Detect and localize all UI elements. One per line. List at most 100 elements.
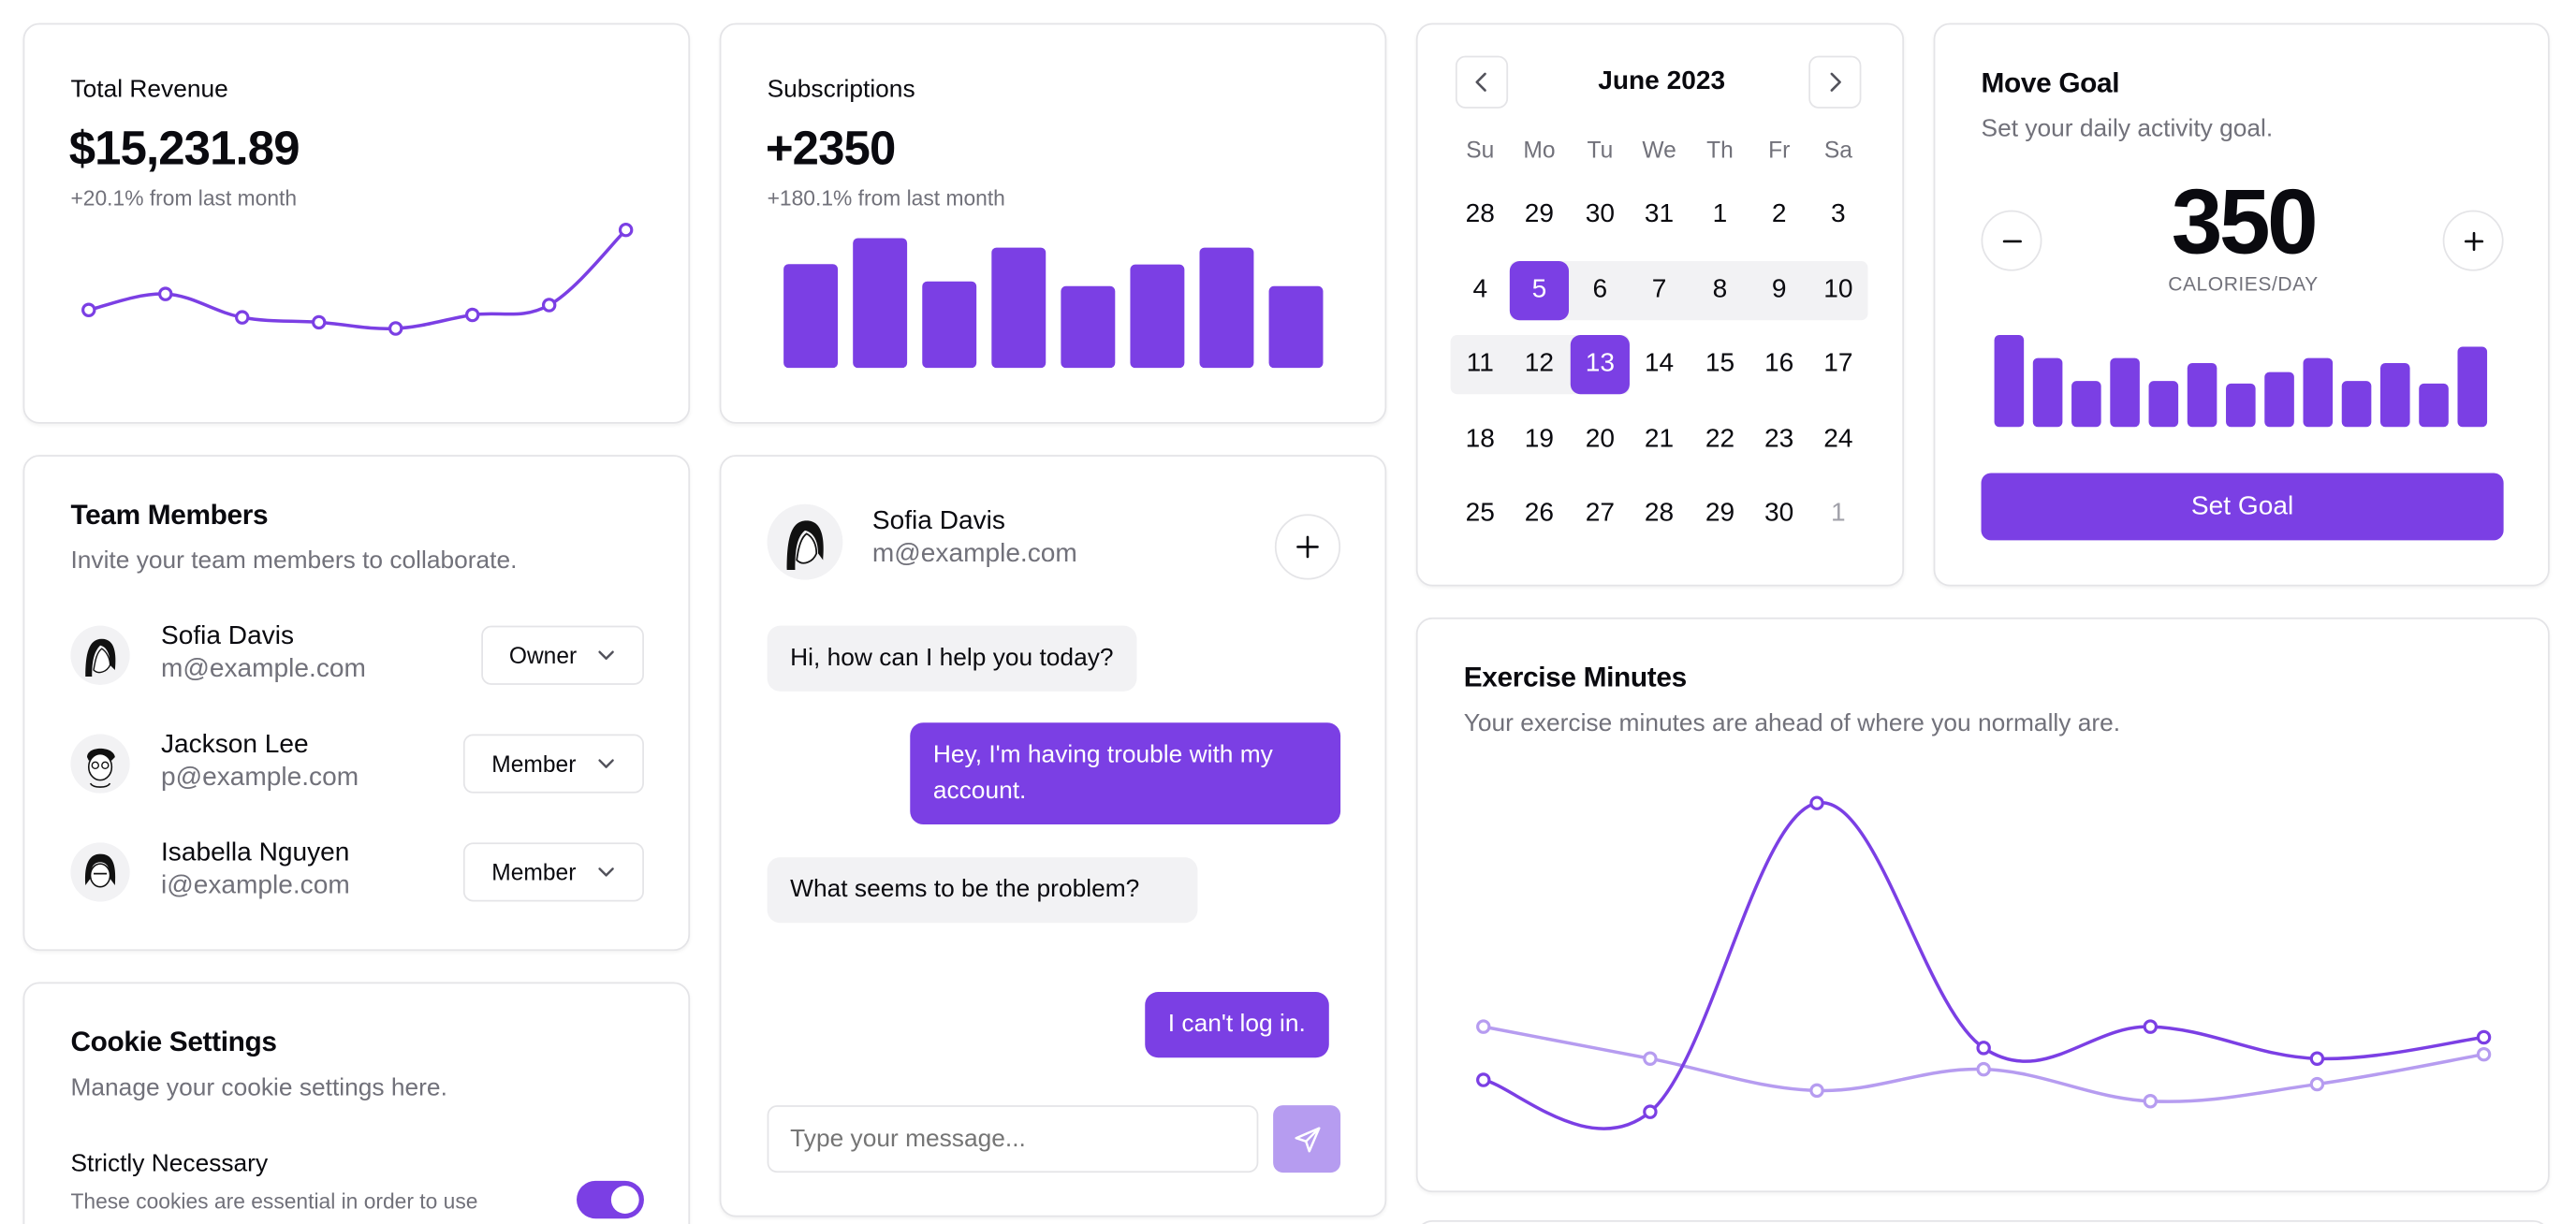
move-goal-bar [2457,346,2488,428]
calendar-day-outside[interactable]: 31 [1630,185,1689,244]
calendar-day[interactable]: 14 [1630,335,1689,394]
exercise-data-point [2143,1019,2159,1034]
cookie-settings-card: Cookie Settings Manage your cookie setti… [22,982,691,1224]
calendar-day[interactable]: 9 [1749,261,1808,320]
calendar-day[interactable]: 10 [1808,261,1867,320]
chat-message-user: I can't log in. [1145,992,1329,1058]
exercise-data-point [1809,795,1824,810]
subscriptions-bar-chart [783,238,1324,369]
member-avatar [70,734,130,794]
calendar-day-outside[interactable]: 28 [1451,185,1510,244]
calendar-day[interactable]: 19 [1510,411,1569,470]
exercise-series-line [1483,801,2484,1130]
revenue-data-point [388,321,403,336]
cookie-title: Cookie Settings [70,1026,277,1058]
chat-contact-name: Sofia Davis [871,507,1005,536]
calendar-day[interactable]: 11 [1451,335,1510,394]
send-icon [1294,1126,1320,1152]
message-input[interactable] [767,1105,1259,1173]
person-avatar-icon [70,734,130,794]
role-select-label: Member [491,858,577,885]
calendar-day-outside[interactable]: 30 [1571,185,1630,244]
weekday-label: Th [1706,136,1734,163]
weekday-label: Mo [1523,136,1556,163]
calendar-day[interactable]: 25 [1451,485,1510,544]
move-goal-bar [2071,381,2101,428]
exercise-data-point [1976,1061,1991,1077]
calendar-day[interactable]: 3 [1808,185,1867,244]
weekday-label: Fr [1768,136,1791,163]
calendar-day[interactable]: 27 [1571,485,1630,544]
person-avatar-icon [767,503,843,580]
calendar-day[interactable]: 16 [1749,335,1808,394]
calendar-day[interactable]: 15 [1690,335,1749,394]
calendar-day[interactable]: 2 [1749,185,1808,244]
member-name: Isabella Nguyen [160,838,350,867]
role-select[interactable]: Member [462,734,644,794]
revenue-line-chart [81,222,634,336]
calendar-day-outside[interactable]: 29 [1510,185,1569,244]
subscriptions-card: Subscriptions +2350 +180.1% from last mo… [719,22,1387,424]
chat-message-agent: Hi, how can I help you today? [767,625,1137,692]
calendar-day[interactable]: 12 [1510,335,1569,394]
calendar-day[interactable]: 4 [1451,261,1510,320]
move-goal-bar [2110,357,2140,428]
move-goal-bar [2032,357,2063,428]
calendar-day[interactable]: 28 [1630,485,1689,544]
calendar-day[interactable]: 18 [1451,411,1510,470]
chat-card: Sofia Davis m@example.com Hi, how can I … [719,455,1387,1217]
role-select-label: Owner [508,642,578,669]
subscriptions-bar [1061,285,1116,369]
move-goal-bar [2148,381,2179,428]
subscriptions-bar [1268,285,1324,369]
weekday-label: Tu [1587,136,1614,163]
calendar-day[interactable]: 22 [1690,411,1749,470]
calendar-day[interactable]: 24 [1808,411,1867,470]
move-goal-bar [2264,372,2294,428]
exercise-data-point [1643,1104,1658,1119]
new-chat-button[interactable] [1274,514,1341,580]
member-name: Jackson Lee [160,730,309,759]
chat-contact-email: m@example.com [871,540,1077,569]
revenue-data-point [235,310,250,325]
team-title: Team Members [70,499,269,531]
move-goal-card: Move Goal Set your daily activity goal. … [1933,22,2550,587]
send-button[interactable] [1273,1105,1341,1173]
calendar-day-outside[interactable]: 1 [1808,485,1867,544]
calendar-day[interactable]: 29 [1690,485,1749,544]
calendar-day[interactable]: 23 [1749,411,1808,470]
role-select[interactable]: Owner [481,625,644,685]
partial-card [1415,1219,2550,1224]
calendar-day[interactable]: 30 [1749,485,1808,544]
calendar-day-selected[interactable]: 13 [1570,335,1630,395]
exercise-data-point [2309,1051,2325,1066]
exercise-data-point [2476,1046,2492,1062]
exercise-data-point [1643,1051,1658,1066]
revenue-data-point [541,298,557,313]
set-goal-button[interactable]: Set Goal [1981,473,2504,541]
exercise-data-point [2143,1094,2159,1109]
calendar-day[interactable]: 6 [1571,261,1630,320]
chat-message-user: Hey, I'm having trouble with my account. [910,722,1341,825]
calendar-day[interactable]: 20 [1571,411,1630,470]
strictly-necessary-toggle[interactable] [577,1180,644,1219]
set-goal-label: Set Goal [2190,491,2294,520]
chat-contact-avatar [767,503,843,580]
calendar-day[interactable]: 17 [1808,335,1867,394]
revenue-data-point [464,307,480,323]
calendar-day-selected[interactable]: 5 [1509,261,1570,321]
total-revenue-card: Total Revenue $15,231.89 +20.1% from las… [22,22,691,424]
revenue-data-point [311,314,327,330]
calendar-day[interactable]: 8 [1690,261,1749,320]
next-month-button[interactable] [1808,55,1862,109]
calendar-day[interactable]: 1 [1690,185,1749,244]
calendar-day[interactable]: 21 [1630,411,1689,470]
cookie-description: Manage your cookie settings here. [70,1073,447,1102]
subscriptions-bar [1199,247,1254,369]
strictly-necessary-title: Strictly Necessary [70,1149,269,1178]
calendar-day[interactable]: 7 [1630,261,1689,320]
move-goal-bar [2419,383,2449,428]
calendar-day[interactable]: 26 [1510,485,1569,544]
exercise-data-point [1976,1041,1991,1056]
role-select[interactable]: Member [462,842,644,902]
